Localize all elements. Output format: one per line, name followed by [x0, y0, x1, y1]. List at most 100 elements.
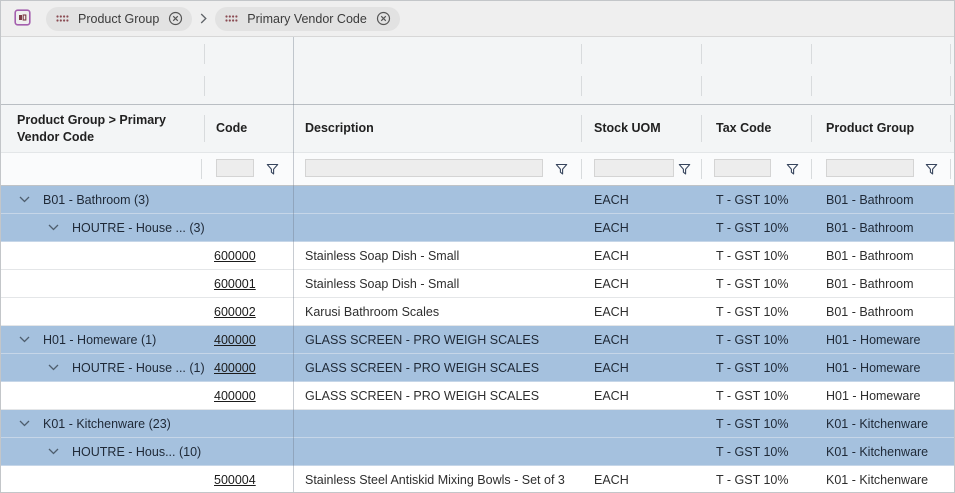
tax-code-cell: T - GST 10%	[701, 417, 811, 431]
drag-handle-icon[interactable]	[56, 15, 69, 23]
code-cell: 400000	[204, 389, 293, 403]
group-row[interactable]: H01 - Homeware (1)400000GLASS SCREEN - P…	[1, 326, 954, 354]
chevron-down-icon[interactable]	[48, 224, 59, 231]
filter-input-tax-code[interactable]	[714, 159, 771, 177]
tax-code-cell: T - GST 10%	[701, 305, 811, 319]
description-cell: Stainless Soap Dish - Small	[293, 249, 581, 263]
column-header-product-group[interactable]: Product Group	[811, 120, 954, 136]
code-cell: 400000	[204, 333, 293, 347]
grid-rows: B01 - Bathroom (3)EACHT - GST 10%B01 - B…	[1, 186, 954, 493]
tree-cell: B01 - Bathroom (3)	[1, 193, 204, 207]
table-row[interactable]: 600001 Stainless Soap Dish - SmallEACHT -…	[1, 270, 954, 298]
chevron-down-icon[interactable]	[19, 196, 30, 203]
description-cell: Karusi Bathroom Scales	[293, 305, 581, 319]
item-code-link[interactable]: 600002	[214, 305, 256, 319]
tax-code-cell: T - GST 10%	[701, 193, 811, 207]
filter-input-product-group[interactable]	[826, 159, 914, 177]
grouped-product-grid: Product Group P	[0, 0, 955, 493]
stock-uom-cell: EACH	[581, 473, 701, 487]
filter-input-code[interactable]	[216, 159, 254, 177]
table-row[interactable]: 500004 Stainless Steel Antiskid Mixing Bo…	[1, 466, 954, 493]
code-cell: 400000	[204, 361, 293, 375]
column-header-tax-code[interactable]: Tax Code	[701, 120, 811, 136]
tax-code-cell: T - GST 10%	[701, 389, 811, 403]
column-header-code[interactable]: Code	[204, 120, 293, 136]
remove-group-icon[interactable]	[376, 11, 391, 26]
filter-row	[1, 153, 954, 186]
stock-uom-cell: EACH	[581, 221, 701, 235]
product-group-cell: B01 - Bathroom	[811, 249, 954, 263]
group-label: K01 - Kitchenware (23)	[43, 417, 171, 431]
data-grid: Product Group > Primary Vendor Code Code…	[1, 37, 954, 493]
remove-group-icon[interactable]	[168, 11, 183, 26]
filter-input-stock-uom[interactable]	[594, 159, 674, 177]
group-row[interactable]: B01 - Bathroom (3)EACHT - GST 10%B01 - B…	[1, 186, 954, 214]
filter-funnel-description[interactable]	[553, 161, 569, 177]
group-label: HOUTRE - House ... (3)	[72, 221, 204, 235]
stock-uom-cell: EACH	[581, 249, 701, 263]
filter-funnel-tax-code[interactable]	[784, 161, 800, 177]
item-code-link[interactable]: 400000	[214, 389, 256, 403]
group-label: H01 - Homeware (1)	[43, 333, 156, 347]
drag-handle-icon[interactable]	[225, 15, 238, 23]
stock-uom-cell: EACH	[581, 333, 701, 347]
description-cell: Stainless Soap Dish - Small	[293, 277, 581, 291]
group-label: HOUTRE - House ... (1)	[72, 361, 204, 375]
table-row[interactable]: 600002 Karusi Bathroom ScalesEACHT - GST …	[1, 298, 954, 326]
chevron-down-icon[interactable]	[19, 336, 30, 343]
description-cell: GLASS SCREEN - PRO WEIGH SCALES	[293, 389, 581, 403]
code-cell: 600002	[204, 305, 293, 319]
item-code-link[interactable]: 400000	[214, 361, 256, 375]
stock-uom-cell: EACH	[581, 193, 701, 207]
table-row[interactable]: 600000 Stainless Soap Dish - SmallEACHT -…	[1, 242, 954, 270]
app-icon	[14, 9, 31, 29]
filter-input-description[interactable]	[305, 159, 543, 177]
group-label: B01 - Bathroom (3)	[43, 193, 149, 207]
group-row[interactable]: HOUTRE - Hous... (10) T - GST 10%K01 - Ki…	[1, 438, 954, 466]
tree-cell: H01 - Homeware (1)	[1, 333, 204, 347]
code-cell: 500004	[204, 473, 293, 487]
app-icon-button[interactable]	[12, 9, 32, 29]
tax-code-cell: T - GST 10%	[701, 445, 811, 459]
product-group-cell: B01 - Bathroom	[811, 277, 954, 291]
filter-funnel-product-group[interactable]	[923, 161, 939, 177]
filter-funnel-stock-uom[interactable]	[676, 161, 692, 177]
item-code-link[interactable]: 500004	[214, 473, 256, 487]
tax-code-cell: T - GST 10%	[701, 249, 811, 263]
group-chip-product-group[interactable]: Product Group	[46, 7, 192, 31]
group-row[interactable]: K01 - Kitchenware (23)T - GST 10%K01 - K…	[1, 410, 954, 438]
code-cell: 600001	[204, 277, 293, 291]
group-row[interactable]: HOUTRE - House ... (1) 400000 GLASS SCREEN…	[1, 354, 954, 382]
stock-uom-cell: EACH	[581, 277, 701, 291]
product-group-cell: B01 - Bathroom	[811, 221, 954, 235]
group-chip-label: Primary Vendor Code	[247, 12, 367, 26]
table-row[interactable]: 400000GLASS SCREEN - PRO WEIGH SCALESEAC…	[1, 382, 954, 410]
column-header-description[interactable]: Description	[293, 120, 581, 136]
tax-code-cell: T - GST 10%	[701, 221, 811, 235]
item-code-link[interactable]: 400000	[214, 333, 256, 347]
tree-cell: K01 - Kitchenware (23)	[1, 417, 204, 431]
group-chip-primary-vendor-code[interactable]: Primary Vendor Code	[215, 7, 400, 31]
product-group-cell: K01 - Kitchenware	[811, 445, 954, 459]
item-code-link[interactable]: 600000	[214, 249, 256, 263]
filter-funnel-code[interactable]	[264, 161, 280, 177]
description-cell: Stainless Steel Antiskid Mixing Bowls - …	[293, 473, 581, 487]
column-header-tree[interactable]: Product Group > Primary Vendor Code	[1, 112, 204, 145]
chevron-down-icon[interactable]	[48, 364, 59, 371]
group-label: HOUTRE - Hous... (10)	[72, 445, 201, 459]
tree-cell: HOUTRE - Hous... (10)	[1, 445, 204, 459]
product-group-cell: H01 - Homeware	[811, 333, 954, 347]
chevron-down-icon[interactable]	[48, 448, 59, 455]
chip-separator-icon	[200, 13, 207, 24]
tax-code-cell: T - GST 10%	[701, 473, 811, 487]
column-header-stock-uom[interactable]: Stock UOM	[581, 120, 701, 136]
item-code-link[interactable]: 600001	[214, 277, 256, 291]
group-row[interactable]: HOUTRE - House ... (3) EACHT - GST 10%B01…	[1, 214, 954, 242]
code-cell: 600000	[204, 249, 293, 263]
description-cell: GLASS SCREEN - PRO WEIGH SCALES	[293, 361, 581, 375]
stock-uom-cell: EACH	[581, 305, 701, 319]
chevron-down-icon[interactable]	[19, 420, 30, 427]
column-header-row: Product Group > Primary Vendor Code Code…	[1, 105, 954, 153]
stock-uom-cell: EACH	[581, 361, 701, 375]
tax-code-cell: T - GST 10%	[701, 277, 811, 291]
